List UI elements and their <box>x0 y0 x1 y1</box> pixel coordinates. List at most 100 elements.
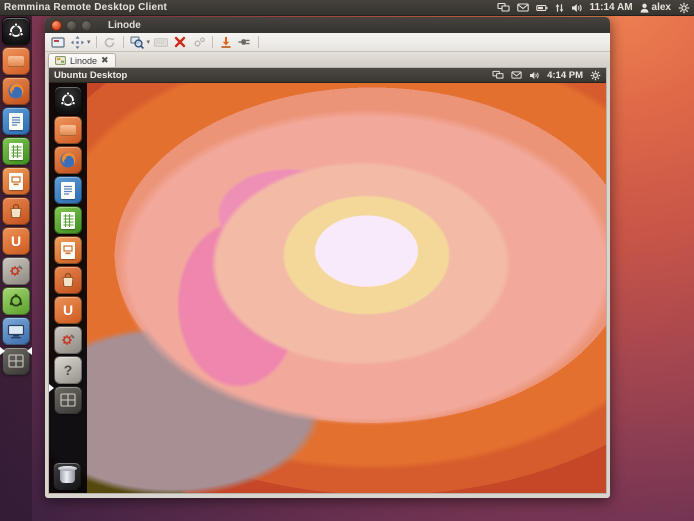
fit-window-button[interactable] <box>69 34 85 50</box>
impress-presentation-icon <box>61 242 75 259</box>
gear-wrench-icon <box>59 331 77 349</box>
window-title: Linode <box>108 20 141 31</box>
toolbar-separator <box>123 36 124 48</box>
active-app-title: Remmina Remote Desktop Client <box>4 2 497 13</box>
remote-launcher-item-home-folder[interactable] <box>54 116 82 144</box>
fullscreen-button[interactable] <box>50 34 66 50</box>
remote-launcher-item-unknown-app[interactable]: ? <box>54 356 82 384</box>
launcher-item-ubuntu-one[interactable]: U <box>2 227 30 255</box>
chevron-down-icon[interactable]: ▾ <box>87 38 91 46</box>
ubuntu-one-letter: U <box>63 302 73 318</box>
launcher-item-dash-home[interactable] <box>2 17 30 45</box>
impress-presentation-icon <box>9 173 23 190</box>
focused-indicator-arrow <box>22 347 32 355</box>
connection-thumbnail-icon <box>55 56 66 65</box>
scaled-mode-button[interactable] <box>102 34 118 50</box>
remote-desktop-icon <box>7 324 25 339</box>
tab-bar: Linode ✖ <box>45 52 610 67</box>
calc-spreadsheet-icon <box>61 212 75 229</box>
preferences-button[interactable] <box>191 34 207 50</box>
gear-wrench-icon <box>7 262 25 280</box>
keyboard-grab-button[interactable] <box>153 34 169 50</box>
launcher-item-libreoffice-impress[interactable] <box>2 167 30 195</box>
host-launcher: U <box>0 16 32 521</box>
ubuntu-one-letter: U <box>11 233 21 249</box>
remote-launcher-item-libreoffice-calc[interactable] <box>54 206 82 234</box>
disconnect-button[interactable] <box>237 34 253 50</box>
remote-launcher-item-trash[interactable] <box>53 462 81 490</box>
remote-session-viewport[interactable]: Ubuntu Desktop 4:14 PM <box>48 67 607 494</box>
workspace-grid-icon <box>8 354 24 368</box>
tools-button[interactable] <box>172 34 188 50</box>
running-indicator-arrow <box>0 347 10 355</box>
trash-bin-icon <box>60 469 75 483</box>
sync-arrows-icon[interactable] <box>555 3 564 13</box>
minimize-button[interactable] <box>66 20 77 31</box>
remote-launcher: U ? <box>49 83 87 493</box>
launcher-item-libreoffice-calc[interactable] <box>2 137 30 165</box>
running-indicator-arrow <box>49 384 59 392</box>
user-icon <box>640 3 649 13</box>
remote-launcher-item-firefox[interactable] <box>54 146 82 174</box>
toolbar-separator <box>96 36 97 48</box>
shopping-bag-icon <box>60 272 76 288</box>
gear-icon[interactable] <box>590 70 601 81</box>
minimize-to-tray-button[interactable] <box>218 34 234 50</box>
shopping-bag-icon <box>8 203 24 219</box>
writer-document-icon <box>61 182 75 199</box>
network-icon[interactable] <box>497 2 510 13</box>
zoom-button[interactable] <box>129 34 145 50</box>
remote-system-tray: 4:14 PM <box>492 70 601 81</box>
gear-icon[interactable] <box>678 2 690 14</box>
ubuntu-logo-icon <box>7 22 25 40</box>
launcher-item-home-folder[interactable] <box>2 47 30 75</box>
writer-document-icon <box>9 113 23 130</box>
remote-launcher-item-system-settings[interactable] <box>54 326 82 354</box>
tab-linode[interactable]: Linode ✖ <box>48 53 116 67</box>
remote-desktop-wallpaper[interactable]: U ? <box>49 83 606 493</box>
volume-icon[interactable] <box>529 71 540 80</box>
remote-launcher-item-ubuntu-one[interactable]: U <box>54 296 82 324</box>
question-mark-icon: ? <box>64 362 73 378</box>
remote-desktop-title: Ubuntu Desktop <box>54 70 492 81</box>
firefox-icon <box>58 150 78 170</box>
chevron-down-icon[interactable]: ▾ <box>147 38 151 46</box>
battery-icon[interactable] <box>536 4 548 12</box>
remmina-window: Linode ▾ ▾ Linode ✖ Ubuntu Desktop <box>45 17 610 498</box>
host-clock[interactable]: 11:14 AM <box>590 2 633 13</box>
workspace-grid-icon <box>60 393 76 407</box>
tab-close-icon[interactable]: ✖ <box>101 55 109 66</box>
calc-spreadsheet-icon <box>9 143 23 160</box>
remmina-toolbar: ▾ ▾ <box>45 33 610 52</box>
remote-launcher-item-libreoffice-writer[interactable] <box>54 176 82 204</box>
launcher-item-remmina[interactable] <box>2 317 30 345</box>
volume-icon[interactable] <box>571 3 583 13</box>
host-top-panel: Remmina Remote Desktop Client 11:14 AM a… <box>0 0 694 16</box>
window-titlebar[interactable]: Linode <box>45 17 610 33</box>
maximize-button[interactable] <box>81 20 92 31</box>
toolbar-separator <box>258 36 259 48</box>
ubuntu-logo-icon <box>59 91 77 109</box>
remote-launcher-item-dash-home[interactable] <box>54 86 82 114</box>
firefox-icon <box>6 81 26 101</box>
launcher-item-firefox[interactable] <box>2 77 30 105</box>
remote-top-panel: Ubuntu Desktop 4:14 PM <box>49 68 606 83</box>
launcher-item-ubuntu-software-center[interactable] <box>2 197 30 225</box>
close-button[interactable] <box>51 20 62 31</box>
launcher-item-system-settings[interactable] <box>2 257 30 285</box>
session-user[interactable]: alex <box>640 2 671 13</box>
tab-label: Linode <box>70 56 97 66</box>
network-icon[interactable] <box>492 70 504 80</box>
remote-launcher-item-libreoffice-impress[interactable] <box>54 236 82 264</box>
launcher-item-ubuntu-logo-green[interactable] <box>2 287 30 315</box>
mail-icon[interactable] <box>517 3 529 12</box>
remote-clock[interactable]: 4:14 PM <box>547 70 583 81</box>
host-system-tray: 11:14 AM alex <box>497 2 690 14</box>
toolbar-separator <box>212 36 213 48</box>
launcher-item-libreoffice-writer[interactable] <box>2 107 30 135</box>
mail-icon[interactable] <box>511 71 522 79</box>
ubuntu-logo-green-icon <box>8 293 24 309</box>
remote-launcher-item-ubuntu-software-center[interactable] <box>54 266 82 294</box>
folder-icon <box>60 125 76 136</box>
folder-icon <box>8 56 24 67</box>
